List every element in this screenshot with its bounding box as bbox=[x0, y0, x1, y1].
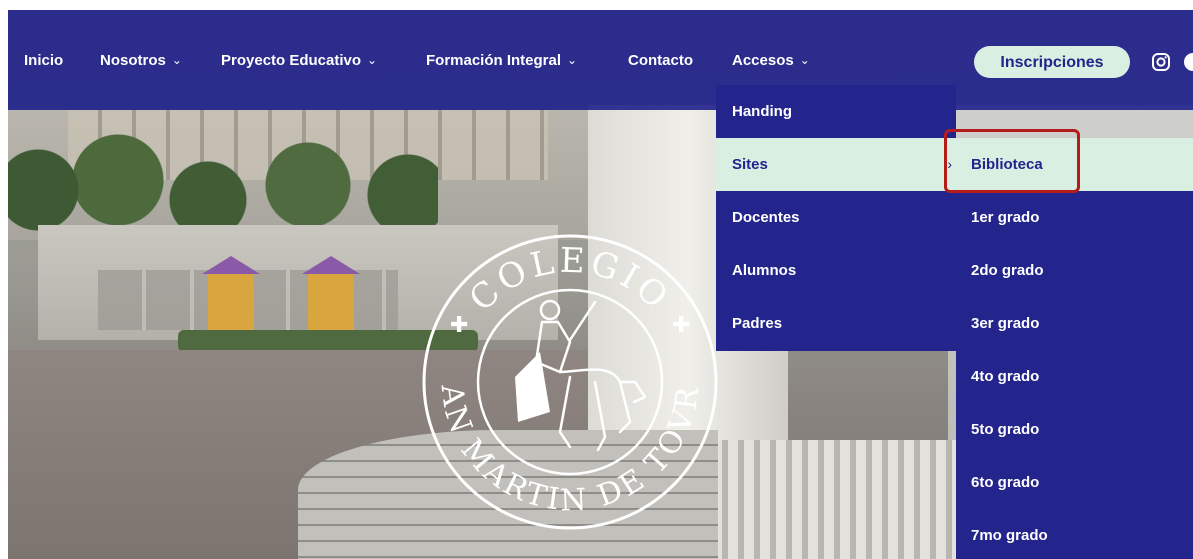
crest-top-text: COLEGIO bbox=[462, 241, 675, 320]
nav-item-label: Formación Integral bbox=[426, 52, 562, 69]
nav-item-label: Contacto bbox=[628, 52, 693, 69]
submenu-item-label: 4to grado bbox=[971, 368, 1040, 385]
dropdown-item-label: Sites bbox=[732, 156, 768, 173]
chevron-down-icon: ⌄ bbox=[367, 53, 378, 67]
submenu-item-label: 3er grado bbox=[971, 315, 1040, 332]
nav-item-label: Inicio bbox=[24, 52, 64, 69]
accesos-dropdown: Handing Sites › Docentes Alumnos Padres bbox=[716, 85, 956, 351]
crest-cloak bbox=[515, 352, 550, 422]
dropdown-item-label: Docentes bbox=[732, 209, 800, 226]
submenu-item-label: 5to grado bbox=[971, 421, 1040, 438]
sites-item-2do-grado[interactable]: 2do grado bbox=[956, 244, 1193, 297]
svg-text:✚: ✚ bbox=[450, 313, 468, 338]
sites-item-5to-grado[interactable]: 5to grado bbox=[956, 403, 1193, 456]
nav-item-inicio[interactable]: Inicio bbox=[24, 50, 63, 72]
nav-item-contacto[interactable]: Contacto bbox=[628, 50, 693, 72]
sites-item-biblioteca[interactable]: Biblioteca bbox=[956, 138, 1193, 191]
nav-item-accesos[interactable]: Accesos ⌄ bbox=[732, 50, 810, 72]
accesos-item-alumnos[interactable]: Alumnos bbox=[716, 244, 956, 297]
sites-item-3er-grado[interactable]: 3er grado bbox=[956, 297, 1193, 350]
accesos-item-handing[interactable]: Handing bbox=[716, 85, 956, 138]
submenu-item-label: 7mo grado bbox=[971, 527, 1048, 544]
knight-on-horse-icon bbox=[534, 299, 647, 452]
nav-item-label: Nosotros bbox=[100, 52, 166, 69]
school-crest-logo: COLEGIO SAN MARTIN DE TOVRS ✚ ✚ bbox=[420, 232, 718, 530]
hero-playhouse bbox=[302, 256, 360, 330]
sites-item-4to-grado[interactable]: 4to grado bbox=[956, 350, 1193, 403]
accesos-item-padres[interactable]: Padres bbox=[716, 297, 956, 350]
chevron-down-icon: ⌄ bbox=[567, 53, 578, 67]
submenu-item-label: Biblioteca bbox=[971, 156, 1043, 173]
dropdown-item-label: Padres bbox=[732, 315, 783, 332]
nav-item-nosotros[interactable]: Nosotros ⌄ bbox=[100, 50, 182, 72]
nav-item-label: Proyecto Educativo bbox=[221, 52, 362, 69]
sites-item-6to-grado[interactable]: 6to grado bbox=[956, 456, 1193, 509]
dropdown-item-label: Handing bbox=[732, 103, 792, 120]
top-navbar: Inicio Nosotros ⌄ Proyecto Educativo ⌄ For… bbox=[8, 10, 1193, 110]
submenu-item-label: 6to grado bbox=[971, 474, 1040, 491]
instagram-icon[interactable] bbox=[1151, 52, 1171, 72]
sites-item-1er-grado[interactable]: 1er grado bbox=[956, 191, 1193, 244]
chevron-down-icon: ⌄ bbox=[799, 53, 810, 67]
page-frame: COLEGIO SAN MARTIN DE TOVRS ✚ ✚ Inicio N… bbox=[8, 10, 1193, 559]
svg-text:✚: ✚ bbox=[672, 313, 690, 338]
hero-trees bbox=[8, 130, 438, 240]
submenu-item-label: 2do grado bbox=[971, 262, 1044, 279]
chevron-right-icon: › bbox=[947, 156, 952, 172]
inscripciones-button[interactable]: Inscripciones bbox=[974, 46, 1130, 78]
sites-item-7mo-grado[interactable]: 7mo grado bbox=[956, 509, 1193, 559]
nav-item-formacion-integral[interactable]: Formación Integral ⌄ bbox=[426, 50, 577, 72]
hero-playhouse bbox=[202, 256, 260, 330]
nav-item-proyecto-educativo[interactable]: Proyecto Educativo ⌄ bbox=[221, 50, 377, 72]
accesos-item-sites[interactable]: Sites › bbox=[716, 138, 956, 191]
dropdown-item-label: Alumnos bbox=[732, 262, 797, 279]
svg-text:COLEGIO: COLEGIO bbox=[462, 241, 679, 320]
sites-submenu: Biblioteca 1er grado 2do grado 3er grado… bbox=[956, 138, 1193, 559]
accesos-item-docentes[interactable]: Docentes bbox=[716, 191, 956, 244]
facebook-icon[interactable] bbox=[1183, 52, 1193, 72]
nav-item-label: Accesos bbox=[732, 52, 794, 69]
chevron-down-icon: ⌄ bbox=[171, 53, 182, 67]
submenu-item-label: 1er grado bbox=[971, 209, 1040, 226]
